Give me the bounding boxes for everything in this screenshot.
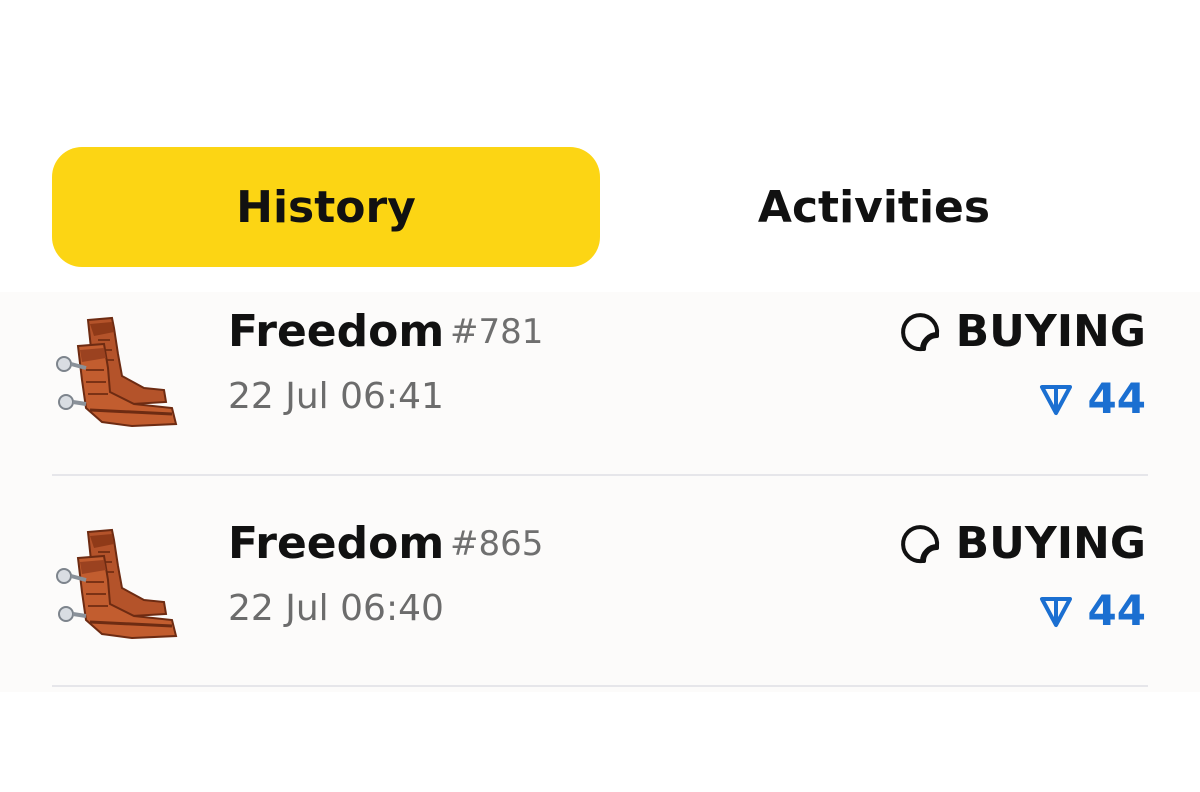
item-name: Freedom [228,518,445,569]
sticker-icon [900,524,939,563]
ton-icon [1039,384,1072,415]
price-value: 44 [1087,586,1146,635]
status-label: BUYING [955,518,1146,569]
item-date: 22 Jul 06:41 [228,376,444,417]
item-date: 22 Jul 06:40 [228,588,444,629]
status-badge: BUYING [898,518,1146,569]
item-name: Freedom [228,306,445,357]
ton-icon [1039,596,1072,627]
tab-history-label: History [236,181,416,233]
item-price: 44 [1038,374,1146,423]
page: History Activities Freedom #781 22 Jul 0… [0,0,1200,792]
divider [52,685,1148,687]
status-label: BUYING [955,306,1146,357]
tab-activities-label: Activities [757,181,991,233]
sticker-icon [900,312,939,351]
tab-history[interactable]: History [52,147,600,267]
list-item[interactable]: Freedom #865 22 Jul 06:40 BUYING 44 [0,504,1200,688]
divider [52,474,1148,476]
item-price: 44 [1038,586,1146,635]
price-value: 44 [1087,374,1146,423]
item-number: #781 [450,312,544,352]
status-badge: BUYING [898,306,1146,357]
cowboy-boots-icon [52,518,184,646]
tab-bar: History Activities [52,147,1148,267]
history-list: Freedom #781 22 Jul 06:41 BUYING 44 Free… [0,292,1200,692]
cowboy-boots-icon [52,306,184,434]
item-number: #865 [450,524,544,564]
list-item[interactable]: Freedom #781 22 Jul 06:41 BUYING 44 [0,292,1200,476]
tab-activities[interactable]: Activities [600,147,1148,267]
